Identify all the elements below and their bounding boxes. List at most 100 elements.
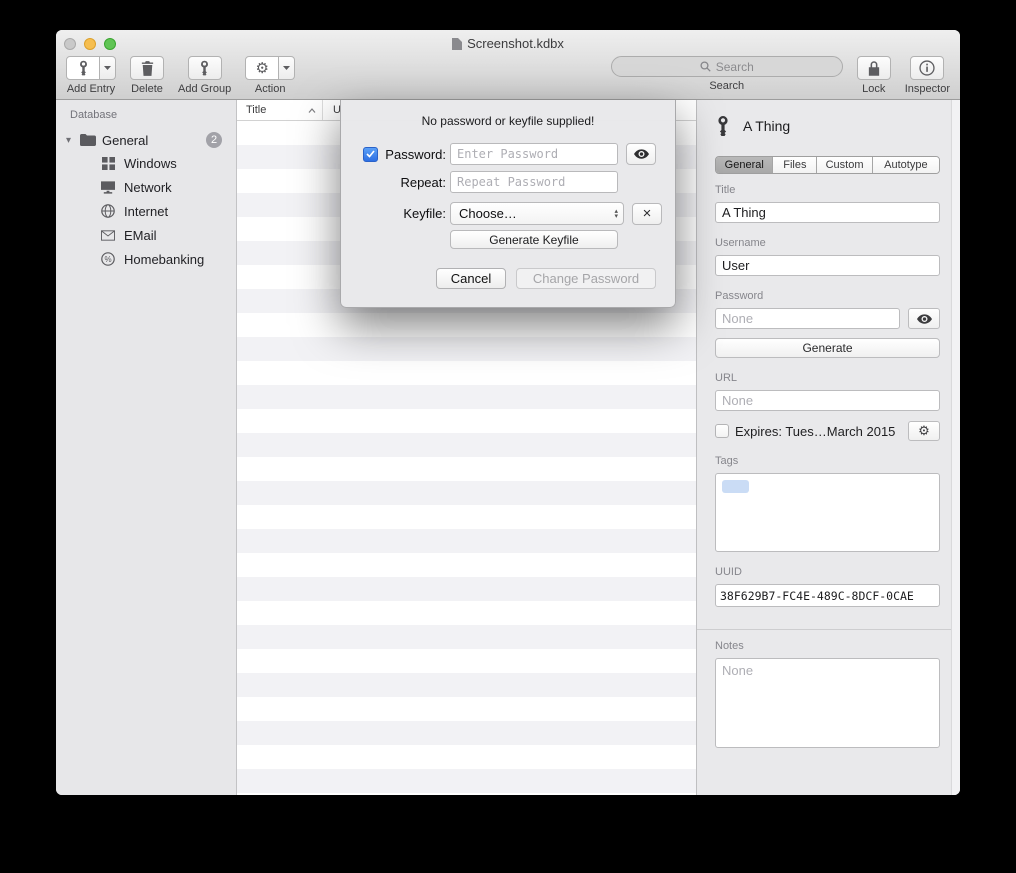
sheet-keyfile-row: Keyfile: Choose… ▴▾ × — [341, 202, 675, 225]
toolbar-lock: Lock — [857, 56, 891, 95]
sidebar-group-general[interactable]: ▾ General 2 — [56, 129, 236, 151]
expires-settings-button[interactable]: ⚙ — [908, 421, 940, 441]
document-proxy-icon — [452, 38, 462, 50]
tags-field-label: Tags — [715, 455, 940, 467]
action-button[interactable]: ⚙ — [245, 56, 279, 80]
entry-title: A Thing — [743, 118, 790, 134]
info-icon — [919, 60, 935, 76]
inspector-label: Inspector — [905, 83, 950, 95]
desktop: Screenshot.kdbx Add Entry — [0, 0, 1016, 873]
gear-icon: ⚙ — [918, 423, 930, 439]
disclosure-triangle-icon[interactable]: ▾ — [66, 135, 80, 146]
sidebar-item-network[interactable]: Network — [56, 175, 236, 199]
inspector-scrollbar[interactable] — [951, 100, 960, 795]
keyfile-popup-button[interactable]: Choose… ▴▾ — [450, 202, 624, 225]
password-field-label: Password — [715, 290, 940, 302]
lock-icon — [868, 61, 880, 76]
action-dropdown-button[interactable] — [279, 56, 295, 80]
keyfile-popup-value: Choose… — [459, 206, 517, 221]
sidebar-item-label: Internet — [124, 204, 168, 219]
delete-label: Delete — [131, 83, 163, 95]
lock-button[interactable] — [857, 56, 891, 80]
gear-icon: ⚙ — [255, 61, 268, 76]
tab-files[interactable]: Files — [773, 157, 817, 173]
notes-field-label: Notes — [715, 640, 940, 652]
sidebar-section-header: Database — [56, 100, 236, 121]
generate-keyfile-button[interactable]: Generate Keyfile — [450, 230, 618, 249]
window-title: Screenshot.kdbx — [56, 36, 960, 51]
sheet-repeat-input[interactable] — [450, 171, 618, 193]
url-field[interactable] — [715, 390, 940, 411]
cancel-button[interactable]: Cancel — [436, 268, 506, 289]
column-header-username[interactable]: U — [323, 104, 341, 116]
expires-row: Expires: Tues…March 2015 ⚙ — [715, 421, 940, 441]
expires-label: Expires: Tues…March 2015 — [735, 424, 895, 439]
toolbar-delete: Delete — [130, 56, 164, 95]
svg-text:%: % — [104, 255, 111, 264]
tab-general[interactable]: General — [716, 157, 773, 173]
username-field[interactable] — [715, 255, 940, 276]
password-field[interactable] — [715, 308, 900, 329]
sheet-repeat-row: Repeat: — [341, 171, 675, 193]
inspector-button[interactable] — [910, 56, 944, 80]
add-entry-dropdown-button[interactable] — [100, 56, 116, 80]
tab-autotype[interactable]: Autotype — [873, 157, 939, 173]
search-placeholder: Search — [716, 60, 754, 74]
sheet-buttons: Cancel Change Password — [341, 268, 675, 289]
expires-checkbox[interactable] — [715, 424, 729, 438]
sidebar-item-homebanking[interactable]: % Homebanking — [56, 247, 236, 271]
sheet-keyfile-label: Keyfile: — [363, 206, 446, 221]
sheet-password-input[interactable] — [450, 143, 618, 165]
sidebar-item-internet[interactable]: Internet — [56, 199, 236, 223]
titlebar[interactable]: Screenshot.kdbx Add Entry — [56, 30, 960, 100]
sheet-password-row: Password: — [341, 143, 675, 165]
sheet-password-label: Password: — [378, 147, 446, 162]
eye-icon — [634, 149, 649, 159]
column-header-title[interactable]: Title — [237, 100, 323, 120]
clear-keyfile-button[interactable]: × — [632, 203, 662, 225]
tags-field[interactable] — [715, 473, 940, 552]
sidebar-item-windows[interactable]: Windows — [56, 151, 236, 175]
reveal-password-button[interactable] — [908, 308, 940, 329]
envelope-icon — [100, 230, 116, 241]
globe-icon — [100, 204, 116, 218]
sidebar: Database ▾ General 2 Windows — [56, 100, 237, 795]
trash-icon — [141, 61, 154, 76]
tag-token[interactable] — [722, 480, 749, 493]
folder-icon — [80, 134, 96, 146]
add-group-button[interactable] — [188, 56, 222, 80]
inspector-panel: A Thing General Files Custom Autotype Ti… — [696, 100, 960, 795]
app-window: Screenshot.kdbx Add Entry — [56, 30, 960, 795]
add-entry-label: Add Entry — [67, 83, 115, 95]
password-checkbox[interactable] — [363, 147, 378, 162]
toolbar-left: Add Entry Delete Add Group — [66, 56, 295, 95]
title-field[interactable] — [715, 202, 940, 223]
sidebar-item-email[interactable]: EMail — [56, 223, 236, 247]
sidebar-group-label: General — [102, 133, 148, 148]
chevron-down-icon — [104, 66, 111, 70]
sidebar-item-label: Homebanking — [124, 252, 204, 267]
toolbar-action: ⚙ Action — [245, 56, 295, 95]
search-label: Search — [709, 80, 744, 92]
search-icon — [700, 61, 711, 72]
add-entry-button[interactable] — [66, 56, 100, 80]
password-row — [715, 302, 940, 329]
tab-custom[interactable]: Custom — [817, 157, 873, 173]
sort-ascending-icon — [308, 108, 316, 113]
action-label: Action — [255, 83, 286, 95]
search-input[interactable]: Search — [611, 56, 843, 77]
sheet-repeat-label: Repeat: — [363, 175, 446, 190]
change-password-button[interactable]: Change Password — [516, 268, 656, 289]
monitor-icon — [100, 181, 116, 194]
sheet-reveal-password-button[interactable] — [626, 143, 656, 165]
delete-button[interactable] — [130, 56, 164, 80]
lock-label: Lock — [862, 83, 885, 95]
add-group-label: Add Group — [178, 83, 231, 95]
notes-field[interactable] — [715, 658, 940, 748]
uuid-field[interactable] — [715, 584, 940, 607]
sheet-message: No password or keyfile supplied! — [341, 114, 675, 128]
key-plus-icon — [77, 60, 90, 76]
generate-password-button[interactable]: Generate — [715, 338, 940, 358]
check-icon — [366, 150, 375, 158]
inspector-entry-header: A Thing — [715, 112, 940, 140]
